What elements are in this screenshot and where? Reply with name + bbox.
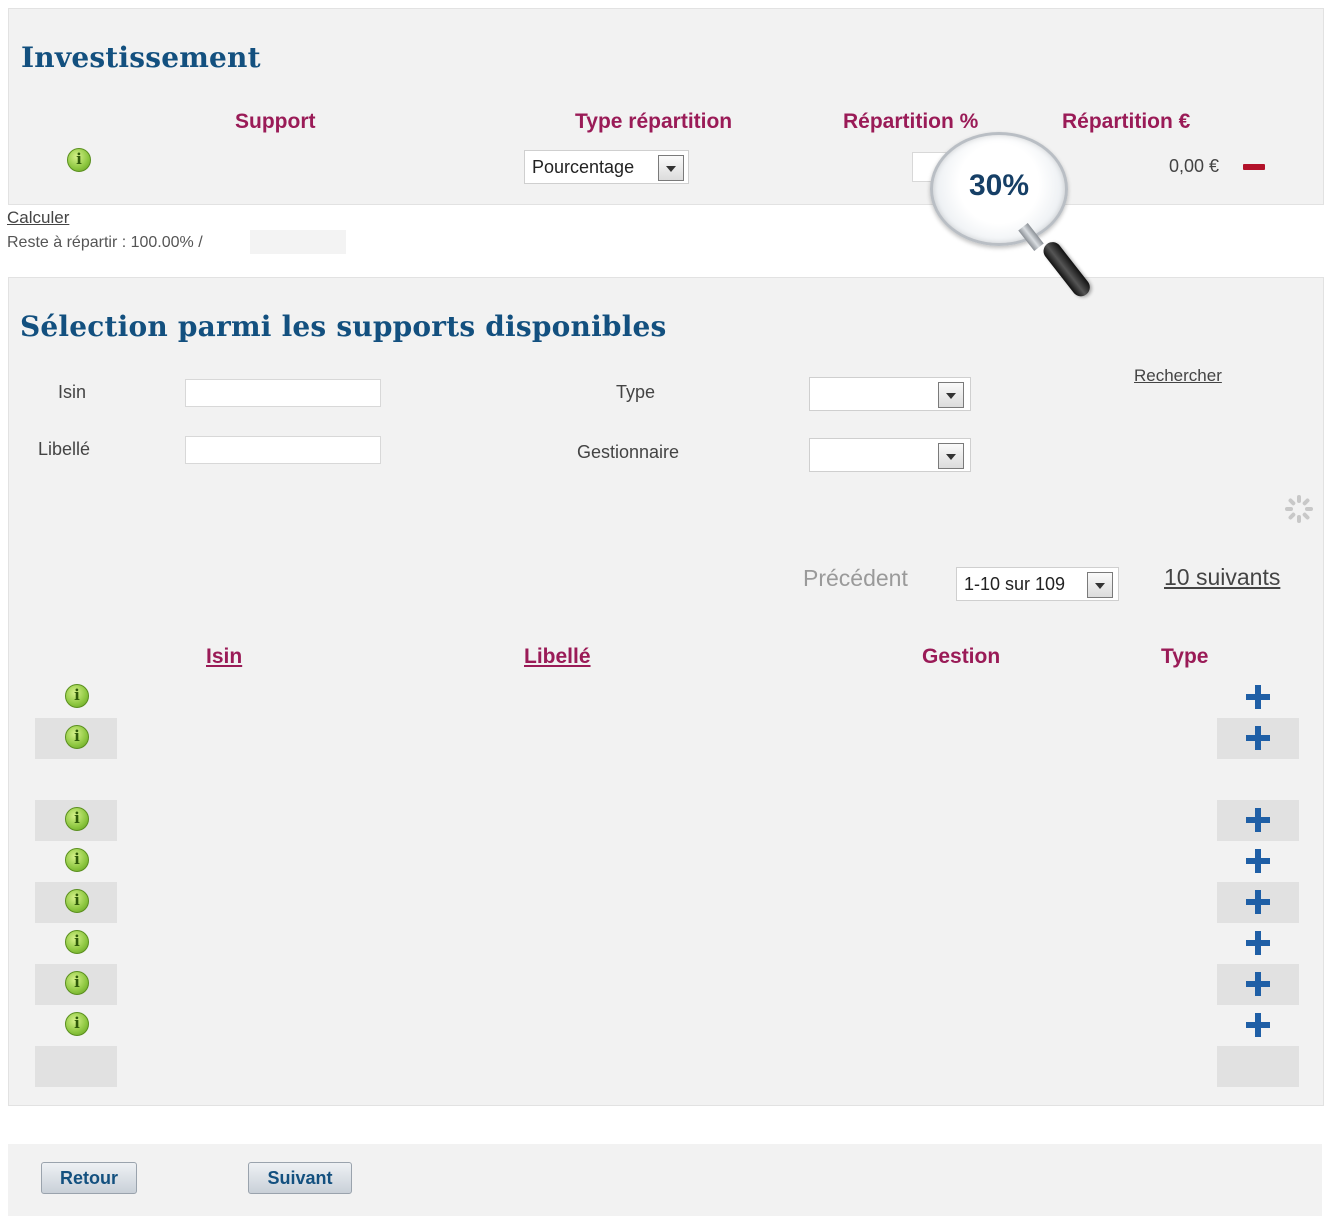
column-header-support: Support [235,110,316,133]
column-header-repartition-percent: Répartition % [843,110,979,133]
column-header-isin[interactable]: Isin [206,645,242,669]
info-icon[interactable] [65,848,89,872]
isin-label: Isin [58,382,87,402]
reste-amount-blank [250,230,346,254]
precedent-link[interactable]: Précédent [803,565,908,592]
type-select[interactable] [809,377,971,411]
retour-button[interactable]: Retour [41,1162,137,1194]
rechercher-link[interactable]: Rechercher [1134,366,1222,386]
libelle-label: Libellé [38,439,91,459]
suivants-link[interactable]: 10 suivants [1164,564,1280,591]
spinner-icon [1285,495,1313,523]
add-plus-icon[interactable] [1246,726,1270,750]
repartition-percent-input[interactable] [912,152,952,182]
add-plus-icon[interactable] [1246,849,1270,873]
dropdown-arrow-icon[interactable] [1087,572,1113,598]
column-header-libelle[interactable]: Libellé [524,645,591,669]
dropdown-arrow-icon[interactable] [938,443,964,469]
libelle-input[interactable] [185,436,381,464]
page-range-select[interactable]: 1-10 sur 109 [956,567,1119,601]
info-icon[interactable] [65,1012,89,1036]
isin-input[interactable] [185,379,381,407]
reste-a-repartir-text: Reste à répartir : 100.00% / [7,234,203,251]
info-icon[interactable] [65,684,89,708]
info-icon[interactable] [65,725,89,749]
remove-minus-icon[interactable] [1243,164,1265,170]
column-header-type: Type [1161,645,1209,668]
suivant-button[interactable]: Suivant [248,1162,352,1194]
row-shade-left [35,1046,117,1087]
type-repartition-select[interactable]: Pourcentage [524,150,689,184]
magnifier-neck [1018,223,1044,251]
info-icon[interactable] [65,930,89,954]
type-repartition-value: Pourcentage [532,157,635,177]
gestionnaire-label: Gestionnaire [577,442,680,462]
selection-panel: Sélection parmi les supports disponibles… [8,277,1324,1106]
add-plus-icon[interactable] [1246,972,1270,996]
add-plus-icon[interactable] [1246,1013,1270,1037]
dropdown-arrow-icon[interactable] [658,155,684,181]
footer-bar: Retour Suivant [8,1144,1322,1216]
page-range-value: 1-10 sur 109 [964,574,1066,594]
add-plus-icon[interactable] [1246,890,1270,914]
column-header-type-repartition: Type répartition [575,110,733,133]
add-plus-icon[interactable] [1246,685,1270,709]
row-shade-right [1217,1046,1299,1087]
investissement-title: Investissement [21,41,261,74]
info-icon[interactable] [67,148,91,172]
investissement-panel: Investissement Support Type répartition … [8,8,1324,205]
column-header-repartition-euro: Répartition € [1062,110,1191,133]
add-plus-icon[interactable] [1246,931,1270,955]
dropdown-arrow-icon[interactable] [938,382,964,408]
add-plus-icon[interactable] [1246,808,1270,832]
column-header-gestion: Gestion [922,645,1001,668]
info-icon[interactable] [65,889,89,913]
gestionnaire-select[interactable] [809,438,971,472]
selection-title: Sélection parmi les supports disponibles [20,310,667,343]
repartition-euro-value: 0,00 € [1169,156,1220,176]
type-label: Type [616,382,656,402]
calculer-link[interactable]: Calculer [7,208,69,228]
info-icon[interactable] [65,971,89,995]
info-icon[interactable] [65,807,89,831]
